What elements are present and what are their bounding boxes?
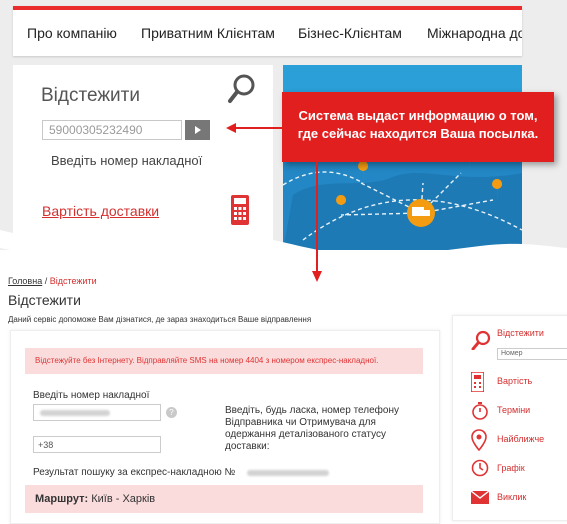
search-icon[interactable] [471,330,491,350]
nav-item-international[interactable]: Міжнародна до [427,25,522,41]
breadcrumb-home[interactable]: Головна [8,276,42,286]
blurred-waybill-number [247,470,329,476]
sidebar-item-track[interactable]: Відстежити [497,328,544,338]
search-icon[interactable] [227,73,257,105]
callout-line-2: где сейчас находится Ваша посылка. [297,126,539,141]
sidebar-item-call[interactable]: Виклик [497,492,526,502]
nav-item-private[interactable]: Приватним Клієнтам [141,25,275,41]
location-pin-icon[interactable] [471,429,487,451]
phone-description: Введіть, будь ласка, номер телефону Відп… [225,405,399,452]
search-result-label: Результат пошуку за експрес-накладною № [33,467,236,478]
stopwatch-icon[interactable] [471,402,489,420]
number-field-label: Введіть номер накладної [33,390,150,401]
main-navigation: Про компанію Приватним Клієнтам Бізнес-К… [13,6,522,56]
delivery-cost-link[interactable]: Вартість доставки [42,203,159,219]
route-row: Маршрут: Київ - Харків [25,485,423,513]
nav-item-business[interactable]: Бізнес-Клієнтам [298,25,402,41]
tracking-hint: Введіть номер накладної [51,153,203,168]
sidebar-services: Відстежити Номер Вартість Терміни Найбли… [452,315,567,521]
phone-input[interactable]: +38 [33,436,161,453]
breadcrumb-separator: / [42,276,50,286]
tracking-submit-button[interactable] [185,120,210,140]
calculator-icon[interactable] [231,195,249,225]
sms-alert: Відстежуйте без Інтернету. Відправляйте … [25,348,423,374]
sidebar-item-schedule[interactable]: Графік [497,463,525,473]
tracking-form-card: Відстежуйте без Інтернету. Відправляйте … [10,330,440,524]
calculator-icon[interactable] [471,372,484,392]
tracking-title: Відстежити [41,85,140,106]
nav-item-about[interactable]: Про компанію [27,25,117,41]
help-icon[interactable]: ? [166,407,177,418]
callout-line-1: Система выдаст информацию о том, [298,108,538,123]
clock-icon[interactable] [471,459,489,477]
sidebar-item-cost[interactable]: Вартість [497,376,532,386]
route-value: Київ - Харків [88,493,156,505]
waybill-number-input[interactable] [33,404,161,421]
tracking-number-input[interactable]: 59000305232490 [42,120,182,140]
tracking-widget: Відстежити 59000305232490 Введіть номер … [13,65,273,245]
breadcrumb: Головна / Відстежити [8,276,97,286]
breadcrumb-current: Відстежити [49,276,97,286]
envelope-icon[interactable] [471,491,489,504]
route-label: Маршрут: [35,493,89,505]
blurred-number [40,410,110,416]
info-callout: Система выдаст информацию о том, где сей… [282,92,554,162]
bottom-screenshot: Головна / Відстежити Відстежити Даний се… [0,255,567,524]
sidebar-number-input[interactable]: Номер [497,348,567,360]
sidebar-item-nearest[interactable]: Найближче [497,434,544,444]
page-title: Відстежити [8,292,81,308]
page-description: Даний сервіс допоможе Вам дізнатися, де … [8,315,312,324]
sidebar-item-terms[interactable]: Терміни [497,405,530,415]
